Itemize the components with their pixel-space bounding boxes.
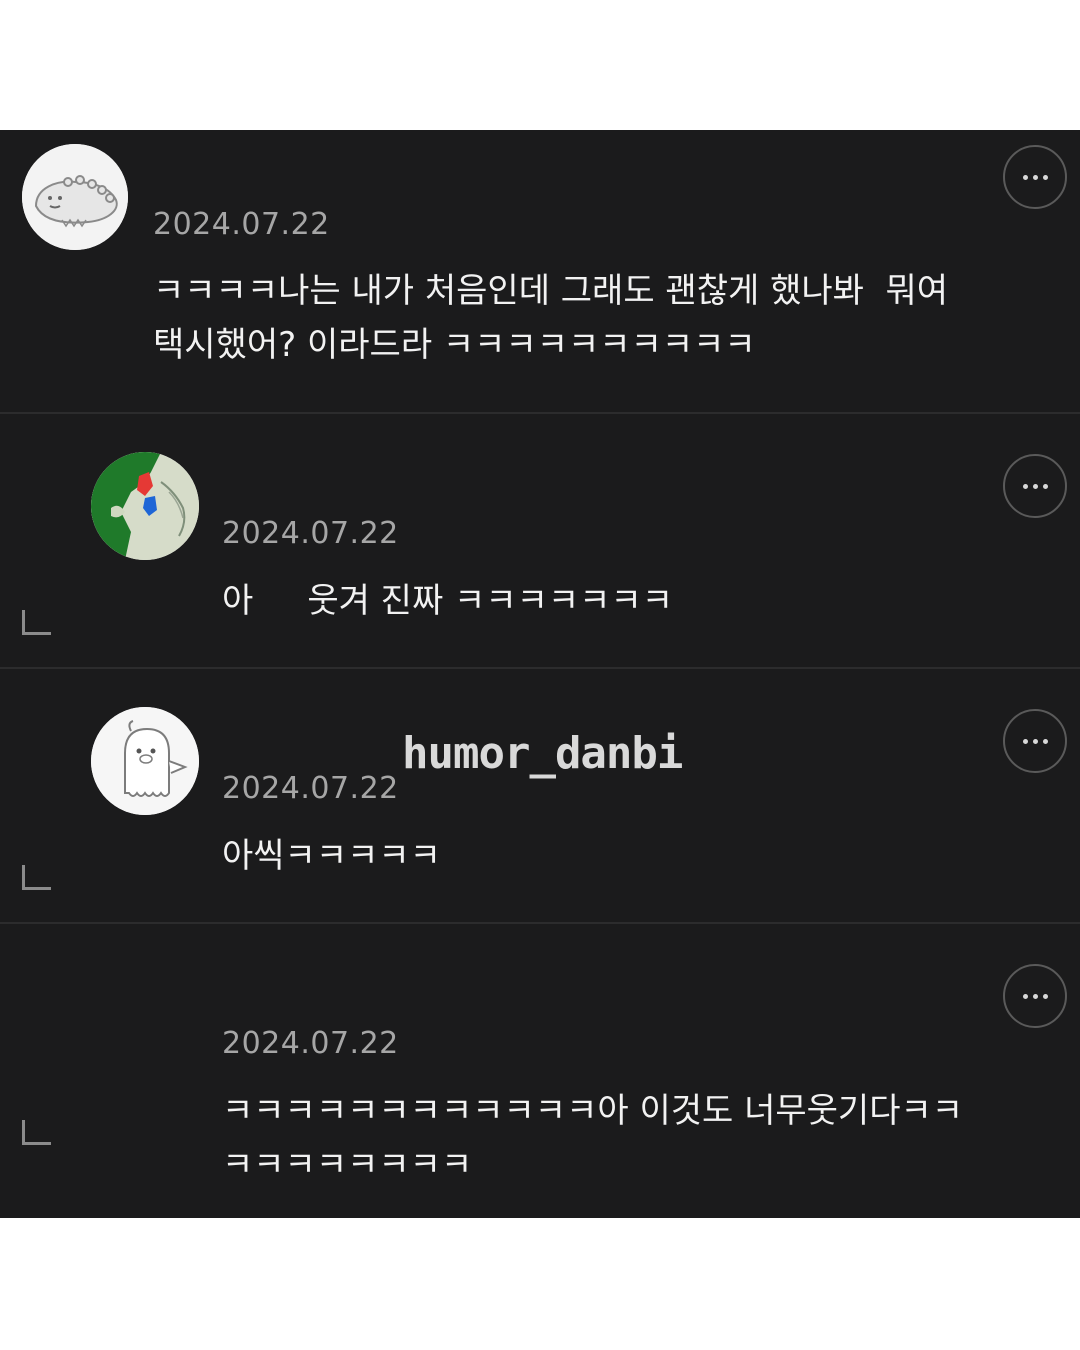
user-avatar[interactable] [91,452,199,560]
ghost-character-avatar-icon [91,707,199,815]
more-options-button[interactable] [1003,964,1067,1028]
comment-date: 2024.07.22 [153,207,330,242]
watermark-text: humor_danbi [402,728,683,779]
reply-arrow-icon [22,1120,51,1145]
reply-arrow-icon [22,865,51,890]
comment-text: ㅋㅋㅋㅋㅋㅋㅋㅋㅋㅋㅋㅋ아 이것도 너무웃기다ㅋㅋ ㅋㅋㅋㅋㅋㅋㅋㅋ [222,1091,964,1185]
comment-list: 2024.07.22 ㅋㅋㅋㅋ나는 내가 처음인데 그래도 괜찮게 했나봐 뭐여… [0,130,1080,1218]
reply-item: 2024.07.22 ㅋㅋㅋㅋㅋㅋㅋㅋㅋㅋㅋㅋ아 이것도 너무웃기다ㅋㅋ ㅋㅋㅋ… [0,924,1080,1218]
more-options-button[interactable] [1003,454,1067,518]
reply-item: 2024.07.22 아 웃겨 진짜 ㅋㅋㅋㅋㅋㅋㅋ [0,414,1080,667]
more-options-icon [1022,993,1028,999]
more-options-button[interactable] [1003,709,1067,773]
comment-item: 2024.07.22 ㅋㅋㅋㅋ나는 내가 처음인데 그래도 괜찮게 했나봐 뭐여… [0,130,1080,412]
comment-date: 2024.07.22 [222,1026,399,1061]
reply-item: 2024.07.22 아씩ㅋㅋㅋㅋㅋ [0,669,1080,922]
more-options-icon [1022,483,1028,489]
more-options-button[interactable] [1003,145,1067,209]
dinosaur-avatar-icon [22,144,128,250]
reply-arrow-icon [22,610,51,635]
comment-text: 아 웃겨 진짜 ㅋㅋㅋㅋㅋㅋㅋ [222,581,674,621]
more-options-icon [1022,738,1028,744]
comment-date: 2024.07.22 [222,771,399,806]
comment-text: ㅋㅋㅋㅋ나는 내가 처음인데 그래도 괜찮게 했나봐 뭐여 택시했어? 이라드라… [153,271,949,365]
more-options-icon [1022,174,1028,180]
user-avatar[interactable] [91,707,199,815]
korea-map-avatar-icon [91,452,199,560]
user-avatar[interactable] [22,144,128,250]
comment-text: 아씩ㅋㅋㅋㅋㅋ [222,836,441,876]
comment-date: 2024.07.22 [222,516,399,551]
